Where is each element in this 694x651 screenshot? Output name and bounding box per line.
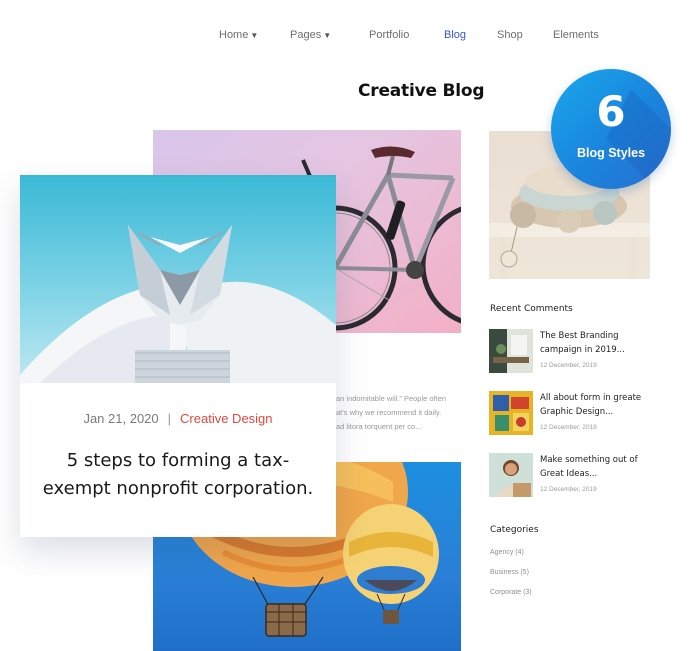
person-thumbnail-image [489,453,533,497]
main-nav: Home ▼ Pages ▼ Portfolio Blog Shop Element… [0,29,694,45]
featured-post-card[interactable]: Jan 21, 2020 | Creative Design 5 steps to … [20,175,336,537]
recent-comment-item[interactable]: The Best Branding campaign in 2019... 12… [489,329,659,373]
category-link-agency[interactable]: Agency (4) [490,549,524,556]
comment-thumbnail[interactable] [489,329,533,373]
recent-comments-heading: Recent Comments [490,304,573,314]
comment-thumbnail[interactable] [489,453,533,497]
chevron-down-icon: ▼ [323,31,332,40]
nav-item-shop[interactable]: Shop [497,29,523,41]
architecture-illustration [20,225,336,383]
recent-comment-item[interactable]: Make something out of Great Ideas... 12 … [489,453,659,497]
comment-title-link[interactable]: Make something out of Great Ideas... [540,453,658,481]
nav-item-label: Pages [290,29,322,41]
category-link-corporate[interactable]: Corporate (3) [490,589,532,596]
category-link-business[interactable]: Business (5) [490,569,529,576]
comment-date: 12 December, 2019 [540,362,597,369]
badge-label: Blog Styles [576,146,646,160]
nav-item-home[interactable]: Home ▼ [219,29,258,41]
post-excerpt-line: at’s why we recommend it daily. [336,408,442,417]
post-title-link[interactable]: 5 steps to forming a tax-exempt nonprofi… [38,447,318,503]
blog-styles-badge: 6 Blog Styles [551,69,671,189]
comment-title-link[interactable]: All about form in greate Graphic Design.… [540,391,658,419]
chevron-down-icon: ▼ [250,31,259,40]
comment-date: 12 December, 2019 [540,486,597,493]
nav-item-label: Home [219,29,249,41]
nav-item-blog[interactable]: Blog [444,29,466,41]
nav-item-pages[interactable]: Pages ▼ [290,29,331,41]
post-category-link[interactable]: Creative Design [180,411,273,426]
post-date: Jan 21, 2020 [83,411,159,426]
comment-date: 12 December, 2019 [540,424,597,431]
nav-item-portfolio[interactable]: Portfolio [369,29,409,41]
post-excerpt-line: ad litora torquent per co... [336,422,422,431]
meta-separator: | [167,411,172,426]
comment-title-link[interactable]: The Best Branding campaign in 2019... [540,329,658,357]
recent-comment-item[interactable]: All about form in greate Graphic Design.… [489,391,659,435]
nav-item-elements[interactable]: Elements [553,29,599,41]
post-excerpt-line: an indomitable will.” People often [336,394,447,403]
art-thumbnail-image [489,391,533,435]
office-thumbnail-image [489,329,533,373]
page-title: Creative Blog [358,81,485,101]
comment-thumbnail[interactable] [489,391,533,435]
badge-number: 6 [596,87,626,136]
categories-heading: Categories [490,525,539,535]
post-meta: Jan 21, 2020 | Creative Design [20,411,336,426]
featured-post-image[interactable] [20,175,336,383]
